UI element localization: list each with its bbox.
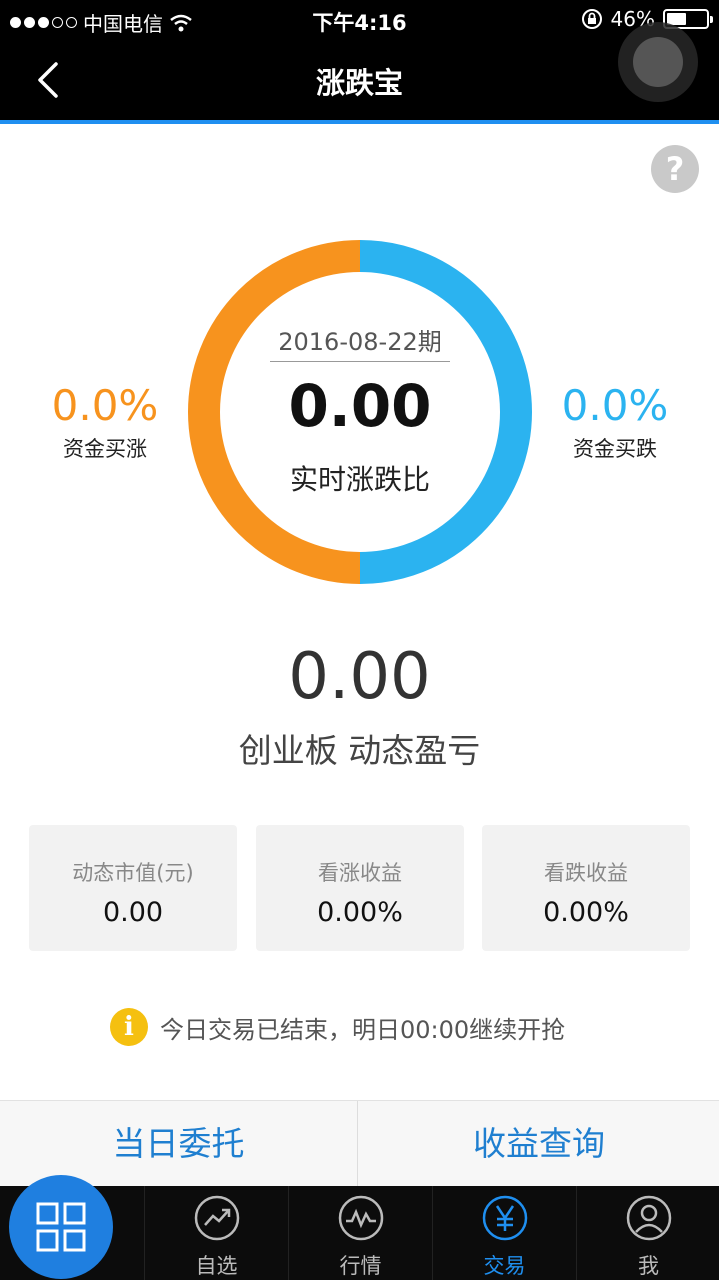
page-title: 涨跌宝 — [315, 66, 403, 100]
notice-text: 今日交易已结束，明日00:00继续开抢 — [160, 1015, 566, 1044]
stat-value: 0.00% — [543, 897, 629, 928]
pnl-label: 创业板 动态盈亏 — [238, 731, 481, 770]
today-entrust-button[interactable]: 当日委托 — [0, 1101, 358, 1187]
stat-card-down-income: 看跌收益 0.00% — [482, 825, 690, 951]
pnl-value: 0.00 — [288, 640, 431, 714]
buy-down-percent: 0.0% — [561, 381, 669, 430]
help-icon[interactable]: ? — [651, 145, 699, 193]
grid-icon — [36, 1202, 86, 1252]
nav-bar: 涨跌宝 — [0, 40, 719, 120]
ratio-label: 实时涨跌比 — [289, 463, 430, 496]
tab-label: 行情 — [339, 1254, 382, 1278]
stat-label: 看跌收益 — [544, 861, 628, 885]
tab-trade[interactable]: 交易 — [432, 1186, 576, 1280]
trading-notice: i 今日交易已结束，明日00:00继续开抢 — [110, 1008, 565, 1046]
tab-watchlist[interactable]: 自选 — [144, 1186, 288, 1280]
tab-market[interactable]: 行情 — [288, 1186, 432, 1280]
yen-icon — [482, 1195, 528, 1241]
ratio-value: 0.00 — [288, 372, 432, 440]
tab-label: 自选 — [195, 1254, 238, 1278]
ring-center: 2016-08-22期 0.00 实时涨跌比 — [188, 240, 532, 584]
buy-down-label: 资金买跌 — [573, 437, 657, 461]
buy-down-block: 0.0% 资金买跌 — [560, 383, 670, 463]
stat-label: 动态市值(元) — [72, 861, 194, 885]
trend-up-icon — [194, 1195, 240, 1241]
assistive-touch-button[interactable] — [618, 22, 698, 102]
stat-card-up-income: 看涨收益 0.00% — [256, 825, 464, 951]
action-bar: 当日委托 收益查询 — [0, 1100, 719, 1187]
stat-label: 看涨收益 — [318, 861, 402, 885]
stat-card-market-value: 动态市值(元) 0.00 — [29, 825, 237, 951]
stat-value: 0.00% — [317, 897, 403, 928]
income-query-button[interactable]: 收益查询 — [359, 1101, 719, 1187]
status-bar: 中国电信 下午4:16 46% — [0, 0, 719, 40]
user-icon — [626, 1195, 672, 1241]
period-date: 2016-08-22期 — [270, 322, 450, 362]
buy-up-percent: 0.0% — [51, 381, 159, 430]
buy-up-label: 资金买涨 — [63, 437, 147, 461]
nav-accent-line — [0, 120, 719, 124]
rotation-lock-icon — [581, 9, 602, 29]
buy-up-block: 0.0% 资金买涨 — [50, 383, 160, 463]
stat-value: 0.00 — [102, 897, 164, 928]
tab-label: 我 — [638, 1254, 659, 1278]
tab-label: 交易 — [483, 1254, 526, 1278]
tab-me[interactable]: 我 — [576, 1186, 719, 1280]
market-wave-icon — [338, 1195, 384, 1241]
info-icon: i — [110, 1008, 148, 1046]
home-menu-button[interactable] — [9, 1175, 113, 1279]
